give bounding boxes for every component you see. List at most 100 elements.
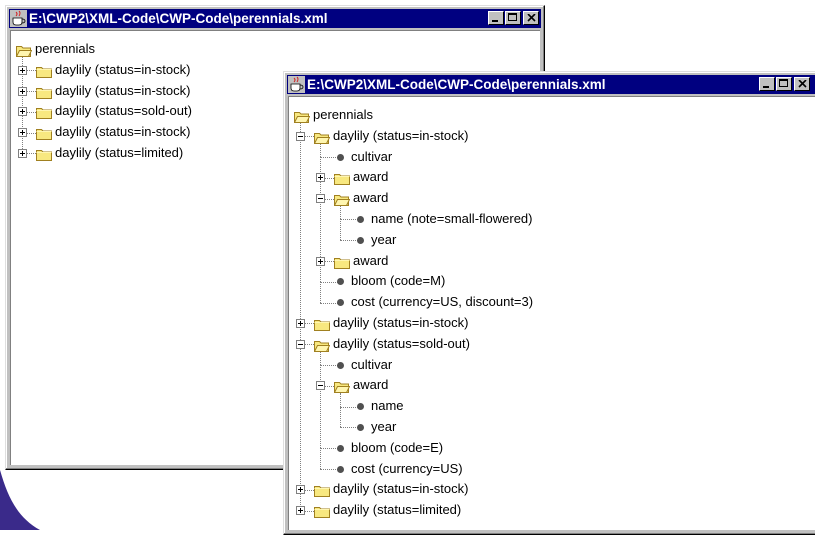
- maximize-icon: [779, 79, 788, 87]
- tree-node-label: perennials: [35, 41, 95, 56]
- tree-node[interactable]: award: [289, 188, 815, 208]
- leaf-node-icon: [337, 278, 344, 286]
- tree-node[interactable]: daylily (status=in-stock): [289, 126, 815, 146]
- tree-node-label: daylily (status=in-stock): [55, 61, 191, 77]
- tree-leaf-node[interactable]: cultivar: [289, 147, 815, 167]
- tree-node[interactable]: award: [289, 375, 815, 395]
- desktop-background-swoosh: [0, 470, 40, 530]
- tree-node-label: daylily (status=in-stock): [333, 127, 469, 143]
- tree-node-label: daylily (status=in-stock): [55, 82, 191, 98]
- tree-node-label: year: [371, 419, 397, 434]
- title-bar[interactable]: E:\CWP2\XML-Code\CWP-Code\perennials.xml: [9, 9, 541, 28]
- leaf-node-icon: [337, 299, 344, 307]
- tree-node-label: daylily (status=limited): [55, 145, 184, 160]
- java-coffee-icon[interactable]: [288, 76, 305, 93]
- tree-leaf-node[interactable]: bloom (code=M): [289, 271, 815, 291]
- minimize-icon: [492, 20, 498, 22]
- folder-closed-icon: [314, 504, 330, 519]
- close-icon: [527, 14, 536, 22]
- folder-open-icon: [333, 192, 351, 207]
- folder-closed-icon: [36, 64, 52, 78]
- expand-toggle-icon[interactable]: [18, 65, 27, 75]
- tree-node-label: award: [353, 252, 389, 268]
- collapse-toggle-icon[interactable]: [296, 131, 305, 141]
- folder-open-icon: [293, 109, 311, 123]
- tree-node[interactable]: daylily (status=in-stock): [289, 479, 815, 499]
- tree-node[interactable]: perennials: [289, 105, 815, 125]
- expand-toggle-icon[interactable]: [316, 256, 325, 266]
- tree-node-label: name (note=small-flowered): [371, 211, 533, 226]
- tree-node-label: perennials: [313, 107, 373, 122]
- expand-toggle-icon[interactable]: [18, 86, 27, 96]
- leaf-node-icon: [357, 424, 364, 431]
- folder-closed-icon: [314, 483, 330, 498]
- tree-node[interactable]: daylily (status=in-stock): [289, 313, 815, 333]
- folder-closed-icon: [334, 255, 350, 269]
- xml-tree[interactable]: perennials daylily (status=in-stock) culti…: [289, 97, 815, 530]
- folder-closed-icon: [36, 105, 52, 120]
- expand-toggle-icon[interactable]: [18, 107, 27, 117]
- folder-closed-icon: [36, 147, 52, 161]
- minimize-button[interactable]: [759, 77, 775, 91]
- tree-node-label: award: [353, 377, 389, 393]
- window-title: E:\CWP2\XML-Code\CWP-Code\perennials.xml: [307, 77, 606, 92]
- tree-node[interactable]: award: [289, 167, 815, 187]
- xml-tree-window-expanded[interactable]: E:\CWP2\XML-Code\CWP-Code\perennials.xml…: [283, 71, 815, 535]
- window-title: E:\CWP2\XML-Code\CWP-Code\perennials.xml: [29, 11, 328, 26]
- folder-open-icon: [15, 43, 33, 57]
- leaf-node-icon: [357, 403, 364, 411]
- minimize-button[interactable]: [488, 11, 504, 25]
- collapse-toggle-icon[interactable]: [296, 339, 305, 349]
- expand-toggle-icon[interactable]: [296, 319, 305, 328]
- tree-node-label: cost (currency=US, discount=3): [351, 294, 534, 310]
- tree-leaf-node[interactable]: name: [289, 396, 815, 416]
- tree-leaf-node[interactable]: name (note=small-flowered): [289, 209, 815, 229]
- close-button[interactable]: [794, 77, 810, 91]
- tree-leaf-node[interactable]: year: [289, 417, 815, 437]
- leaf-node-icon: [357, 216, 364, 223]
- tree-node-label: award: [353, 190, 389, 206]
- tree-node-label: year: [371, 231, 397, 247]
- tree-node-label: daylily (status=limited): [333, 502, 462, 518]
- leaf-node-icon: [337, 153, 344, 161]
- close-button[interactable]: [523, 11, 539, 25]
- tree-node-label: daylily (status=in-stock): [55, 124, 191, 140]
- folder-closed-icon: [36, 126, 52, 141]
- collapse-toggle-icon[interactable]: [316, 194, 325, 204]
- title-bar[interactable]: E:\CWP2\XML-Code\CWP-Code\perennials.xml: [287, 75, 815, 94]
- folder-open-icon: [333, 379, 351, 394]
- tree-node-label: cultivar: [351, 148, 393, 164]
- tree-leaf-node[interactable]: cultivar: [289, 355, 815, 375]
- expand-toggle-icon[interactable]: [296, 485, 305, 495]
- tree-view-area[interactable]: perennials daylily (status=in-stock) culti…: [288, 96, 815, 530]
- tree-node-label: daylily (status=in-stock): [333, 481, 469, 497]
- maximize-button[interactable]: [505, 11, 521, 25]
- minimize-icon: [763, 86, 769, 88]
- tree-leaf-node[interactable]: bloom (code=E): [289, 438, 815, 458]
- folder-open-icon: [313, 338, 331, 352]
- expand-toggle-icon[interactable]: [18, 149, 27, 158]
- collapse-toggle-icon[interactable]: [316, 381, 325, 391]
- tree-node[interactable]: perennials: [11, 39, 540, 59]
- tree-leaf-node[interactable]: cost (currency=US): [289, 459, 815, 479]
- tree-node-label: bloom (code=M): [351, 273, 446, 289]
- maximize-button[interactable]: [776, 77, 792, 91]
- tree-node-label: daylily (status=sold-out): [333, 335, 470, 351]
- folder-closed-icon: [334, 171, 350, 186]
- tree-node-label: daylily (status=sold-out): [55, 103, 192, 119]
- expand-toggle-icon[interactable]: [18, 128, 27, 138]
- expand-toggle-icon[interactable]: [296, 506, 305, 516]
- tree-node-label: daylily (status=in-stock): [333, 315, 469, 330]
- tree-node[interactable]: daylily (status=sold-out): [289, 334, 815, 354]
- expand-toggle-icon[interactable]: [316, 173, 325, 183]
- folder-closed-icon: [314, 317, 330, 331]
- leaf-node-icon: [337, 361, 344, 369]
- maximize-icon: [508, 13, 517, 21]
- java-coffee-icon[interactable]: [10, 10, 27, 27]
- tree-leaf-node[interactable]: year: [289, 230, 815, 250]
- tree-node-label: name: [371, 398, 404, 414]
- tree-node[interactable]: award: [289, 251, 815, 271]
- tree-node-label: award: [353, 169, 389, 185]
- tree-node[interactable]: daylily (status=limited): [289, 500, 815, 520]
- tree-leaf-node[interactable]: cost (currency=US, discount=3): [289, 292, 815, 312]
